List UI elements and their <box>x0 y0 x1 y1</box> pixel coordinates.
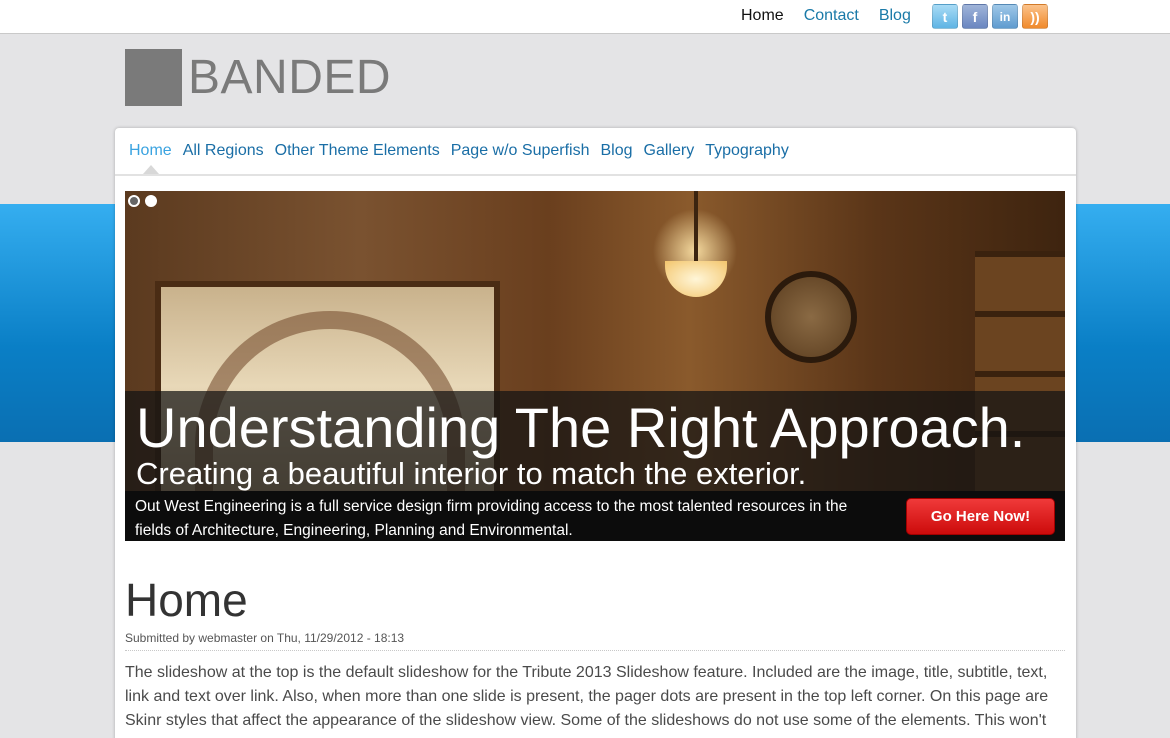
social-icons: t f in )) <box>932 4 1048 29</box>
nav-item-all-regions[interactable]: All Regions <box>183 142 264 160</box>
slide-subtitle: Creating a beautiful interior to match t… <box>136 456 807 491</box>
slideshow: Understanding The Right Approach. Creati… <box>125 191 1065 541</box>
nav-item-label: All Regions <box>182 142 264 159</box>
slide-text: Out West Engineering is a full service d… <box>135 498 848 539</box>
linkedin-icon[interactable]: in <box>992 4 1018 29</box>
slide-lamp-cord <box>694 191 698 263</box>
rss-icon[interactable]: )) <box>1022 4 1048 29</box>
nav-item-label: Page w/o Superfish <box>450 142 590 159</box>
page-title: Home <box>125 574 248 626</box>
nav-item-label: Other Theme Elements <box>274 142 440 159</box>
pager-dot-2[interactable] <box>145 195 157 207</box>
main-nav: Home All Regions Other Theme Elements Pa… <box>115 128 1076 176</box>
nav-item-label: Gallery <box>643 142 695 159</box>
top-link-contact[interactable]: Contact <box>804 7 859 25</box>
go-here-now-button[interactable]: Go Here Now! <box>906 498 1055 535</box>
pager-dot-1[interactable] <box>128 195 140 207</box>
facebook-icon[interactable]: f <box>962 4 988 29</box>
slide-clock <box>765 271 857 363</box>
nav-item-other-theme-elements[interactable]: Other Theme Elements <box>275 142 440 160</box>
submitted-meta: Submitted by webmaster on Thu, 11/29/201… <box>125 631 405 645</box>
nav-item-label: Home <box>129 142 172 159</box>
top-link-blog[interactable]: Blog <box>879 7 911 25</box>
nav-item-typography[interactable]: Typography <box>705 142 789 160</box>
slide-title: Understanding The Right Approach. <box>136 396 1026 459</box>
active-nav-caret-icon <box>143 165 159 174</box>
nav-item-home[interactable]: Home <box>129 142 172 160</box>
site-name[interactable]: BANDED <box>188 52 391 104</box>
logo-square[interactable] <box>125 49 182 106</box>
page-container: Home All Regions Other Theme Elements Pa… <box>115 128 1076 738</box>
body-text: The slideshow at the top is the default … <box>125 664 1049 729</box>
nav-item-label: Typography <box>705 142 789 159</box>
nav-item-blog[interactable]: Blog <box>600 142 632 160</box>
nav-item-page-wo-superfish[interactable]: Page w/o Superfish <box>451 142 590 160</box>
nav-item-label: Blog <box>600 142 633 159</box>
slideshow-pager <box>128 195 157 207</box>
twitter-icon[interactable]: t <box>932 4 958 29</box>
top-utility-bar: Home Contact Blog t f in )) <box>0 0 1170 34</box>
nav-item-gallery[interactable]: Gallery <box>644 142 695 160</box>
slide-lamp <box>665 261 727 297</box>
top-link-home[interactable]: Home <box>741 7 784 25</box>
meta-divider <box>125 650 1065 651</box>
top-links: Home Contact Blog <box>741 7 931 25</box>
